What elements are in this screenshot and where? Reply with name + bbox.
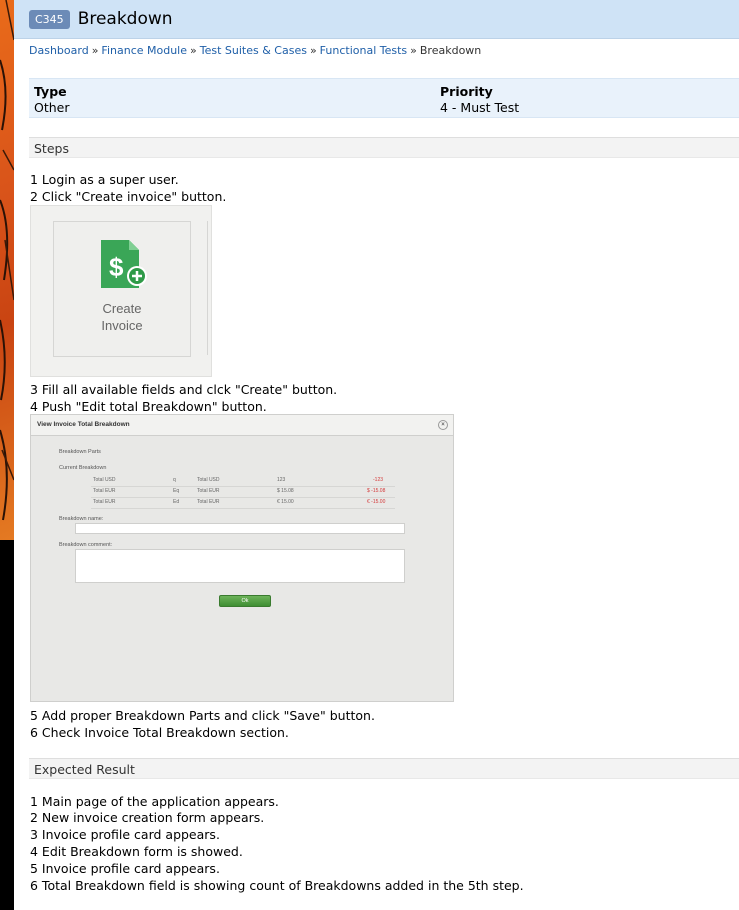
create-invoice-label: Create Invoice	[101, 301, 143, 333]
breakdown-comment-input	[75, 549, 405, 583]
invoice-dollar-icon: $	[101, 240, 147, 288]
breadcrumb-functional-tests[interactable]: Functional Tests	[320, 44, 407, 57]
test-case-page: C345 Breakdown Dashboard» Finance Module»…	[14, 0, 739, 910]
priority-value: 4 - Must Test	[440, 100, 520, 115]
step-item: 3 Fill all available fields and clck "Cr…	[30, 382, 338, 397]
breakdown-name-input	[75, 523, 405, 534]
breadcrumb-current: Breakdown	[419, 44, 482, 57]
step-item: 5 Add proper Breakdown Parts and click "…	[30, 708, 375, 723]
current-breakdown-label: Current Breakdown	[59, 465, 107, 471]
background-decoration	[0, 0, 14, 540]
case-meta: Type Other Priority 4 - Must Test	[29, 78, 739, 118]
expected-item: 3 Invoice profile card appears.	[30, 827, 220, 842]
background-dark	[0, 540, 14, 910]
table-row: Total EUR Eq Total EUR $ 15.08 $ -15.08	[91, 487, 395, 498]
steps-section-header: Steps	[29, 137, 739, 158]
breadcrumb-finance-module[interactable]: Finance Module	[101, 44, 187, 57]
expected-item: 4 Edit Breakdown form is showed.	[30, 844, 243, 859]
create-invoice-screenshot: $ Create Invoice	[30, 205, 212, 377]
expected-section-header: Expected Result	[29, 758, 739, 779]
step-item: 1 Login as a super user.	[30, 172, 179, 187]
step-item: 2 Click "Create invoice" button.	[30, 189, 227, 204]
expected-item: 1 Main page of the application appears.	[30, 794, 279, 809]
breakdown-parts-label: Breakdown Parts	[59, 449, 101, 455]
expected-item: 2 New invoice creation form appears.	[30, 810, 265, 825]
breadcrumb-dashboard[interactable]: Dashboard	[29, 44, 89, 57]
table-row: Total EUR Ed Total EUR € 15.00 € -15.00	[91, 498, 395, 509]
breakdown-name-label: Breakdown name:	[59, 516, 104, 522]
step-item: 6 Check Invoice Total Breakdown section.	[30, 725, 289, 740]
expected-item: 6 Total Breakdown field is showing count…	[30, 878, 524, 893]
create-invoice-tile: $ Create Invoice	[53, 221, 191, 357]
dialog-title: View Invoice Total Breakdown ×	[31, 415, 453, 436]
type-label: Type	[34, 84, 67, 99]
meta-priority: Priority 4 - Must Test	[440, 84, 519, 116]
tile-divider	[207, 221, 208, 355]
expected-item: 5 Invoice profile card appears.	[30, 861, 220, 876]
table-row: Total USD q Total USD 123 -123	[91, 476, 395, 487]
case-header: C345 Breakdown	[14, 0, 739, 39]
breakdown-comment-label: Breakdown comment:	[59, 542, 113, 548]
type-value: Other	[34, 100, 70, 115]
priority-label: Priority	[440, 84, 493, 99]
breadcrumb: Dashboard» Finance Module» Test Suites & C…	[29, 44, 482, 57]
close-icon: ×	[438, 420, 448, 430]
breakdown-dialog-screenshot: View Invoice Total Breakdown × Breakdown…	[30, 414, 454, 702]
svg-text:$: $	[109, 252, 124, 282]
meta-type: Type Other	[34, 84, 70, 116]
page-title: Breakdown	[77, 9, 173, 29]
breadcrumb-test-suites[interactable]: Test Suites & Cases	[200, 44, 307, 57]
case-id-badge: C345	[29, 9, 70, 29]
step-item: 4 Push "Edit total Breakdown" button.	[30, 399, 267, 414]
ok-button: Ok	[219, 595, 271, 607]
